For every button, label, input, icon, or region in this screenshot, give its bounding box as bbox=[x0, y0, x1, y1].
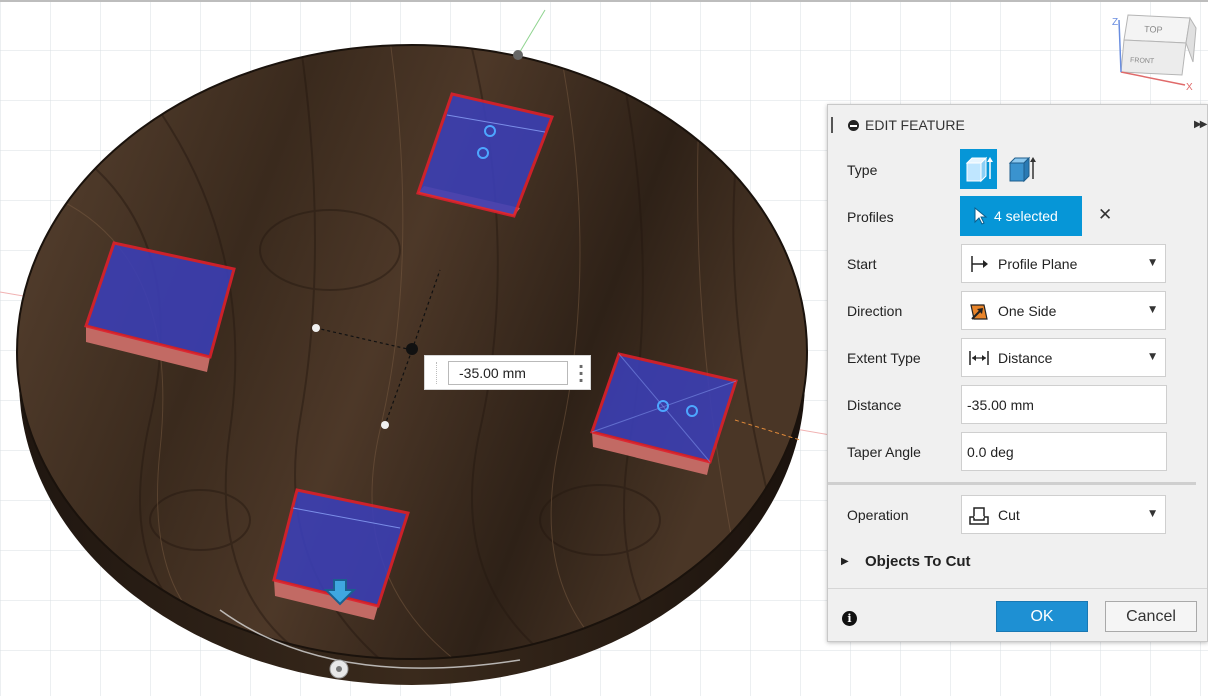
type-label: Type bbox=[847, 162, 878, 178]
direction-dropdown[interactable]: One Side ▼ bbox=[961, 291, 1166, 330]
direction-label: Direction bbox=[847, 303, 903, 319]
objects-to-cut-label: Objects To Cut bbox=[865, 553, 971, 570]
origin-point[interactable] bbox=[406, 343, 418, 355]
taper-angle-label: Taper Angle bbox=[847, 444, 921, 460]
chevron-down-icon: ▼ bbox=[1149, 509, 1156, 519]
extent-type-value: Distance bbox=[998, 350, 1053, 366]
panel-title: EDIT FEATURE bbox=[865, 117, 965, 133]
sketch-point[interactable] bbox=[312, 324, 320, 332]
one-side-icon bbox=[970, 304, 988, 320]
sketch-point[interactable] bbox=[513, 50, 523, 60]
thin-extrude-icon bbox=[1008, 156, 1036, 183]
panel-drag-handle[interactable] bbox=[831, 117, 833, 133]
expand-panel-icon[interactable]: ▶▶ bbox=[1194, 119, 1207, 130]
start-dropdown[interactable]: Profile Plane ▼ bbox=[961, 244, 1166, 283]
divider bbox=[828, 588, 1207, 589]
extent-type-dropdown[interactable]: Distance ▼ bbox=[961, 338, 1166, 377]
clear-selection-icon[interactable]: ✕ bbox=[1098, 205, 1112, 225]
operation-label: Operation bbox=[847, 507, 909, 523]
distance-label: Distance bbox=[847, 397, 902, 413]
operation-value: Cut bbox=[998, 507, 1020, 523]
viewcube-front-label: FRONT bbox=[1130, 57, 1155, 65]
start-value: Profile Plane bbox=[998, 256, 1078, 272]
edit-feature-panel: EDIT FEATURE ▶▶ Type Profiles 4 selected… bbox=[827, 104, 1208, 642]
type-thin-button[interactable] bbox=[1003, 149, 1040, 189]
collapse-icon[interactable] bbox=[848, 120, 859, 131]
dimension-input-box: ··· bbox=[424, 355, 591, 390]
operation-dropdown[interactable]: Cut ▼ bbox=[961, 495, 1166, 534]
profiles-label: Profiles bbox=[847, 209, 894, 225]
distance-field[interactable] bbox=[961, 385, 1167, 424]
taper-angle-field[interactable] bbox=[961, 432, 1167, 471]
profile-plane-icon bbox=[971, 256, 988, 272]
direction-value: One Side bbox=[998, 303, 1057, 319]
panel-header[interactable]: EDIT FEATURE ▶▶ bbox=[828, 105, 1207, 145]
profiles-count: 4 selected bbox=[994, 208, 1058, 224]
profiles-select-button[interactable]: 4 selected bbox=[960, 196, 1082, 236]
sketch-point[interactable] bbox=[381, 421, 389, 429]
distance-dimension-input[interactable] bbox=[448, 361, 568, 385]
start-label: Start bbox=[847, 256, 877, 272]
cancel-button[interactable]: Cancel bbox=[1105, 601, 1197, 632]
chevron-down-icon: ▼ bbox=[1149, 352, 1156, 362]
canvas-viewport[interactable]: TOP FRONT X Z ··· EDIT FEATURE ▶▶ Type bbox=[0, 0, 1208, 696]
info-icon[interactable]: i bbox=[842, 611, 857, 626]
viewcube-top-label: TOP bbox=[1144, 24, 1163, 35]
solid-extrude-icon bbox=[965, 156, 993, 183]
wood-disk[interactable] bbox=[16, 40, 808, 690]
cut-icon bbox=[969, 507, 989, 525]
type-solid-button[interactable] bbox=[960, 149, 997, 189]
chevron-down-icon: ▼ bbox=[1149, 258, 1156, 268]
distance-icon bbox=[969, 351, 989, 365]
ok-button[interactable]: OK bbox=[996, 601, 1088, 632]
divider bbox=[828, 482, 1196, 485]
axis-x-label: X bbox=[1186, 82, 1193, 93]
more-options-icon[interactable]: · · · bbox=[575, 359, 587, 389]
expand-triangle-icon: ▶ bbox=[841, 556, 849, 567]
drag-grip[interactable] bbox=[428, 362, 437, 384]
cursor-arrow-icon bbox=[974, 206, 988, 225]
chevron-down-icon: ▼ bbox=[1149, 305, 1156, 315]
extent-type-label: Extent Type bbox=[847, 350, 921, 366]
axis-z-label: Z bbox=[1112, 17, 1118, 28]
